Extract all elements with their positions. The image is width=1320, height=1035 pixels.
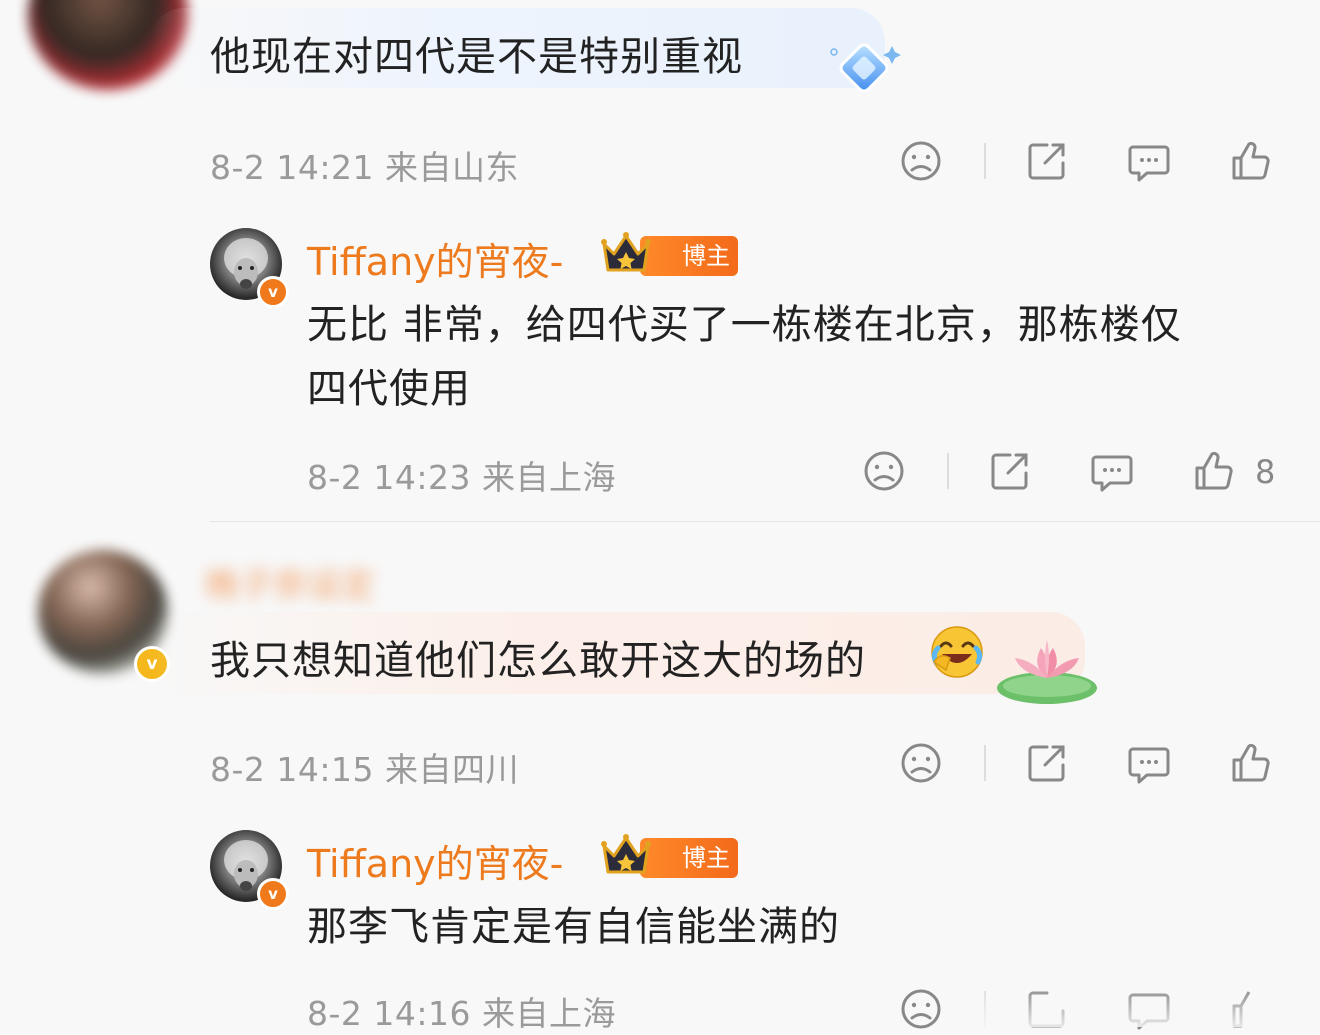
verified-icon: v [257,276,289,308]
share-icon[interactable] [1025,741,1069,785]
comment-icon[interactable] [1127,741,1171,785]
like-count: 8 [1255,453,1276,491]
verified-icon: v [257,878,289,910]
like-icon[interactable] [1192,449,1236,493]
comment-icon[interactable] [1090,449,1134,493]
like-icon[interactable] [1229,139,1273,183]
share-icon[interactable] [1025,139,1069,183]
crown-icon [601,834,651,874]
reply-nickname[interactable]: Tiffany的宵夜- [307,231,563,286]
comment-meta: 8-2 14:15 来自四川 [210,750,519,789]
crown-icon [601,232,651,272]
action-divider [984,745,986,781]
comment-text: 他现在对四代是不是特别重视 [210,34,743,80]
dislike-icon[interactable] [899,139,943,183]
lotus-sticker-icon [997,640,1097,704]
bottom-fade [980,985,1320,1027]
reply-text-line: 那李飞肯定是有自信能坐满的 [307,904,840,950]
blogger-badge: 博主 [640,236,738,276]
reply-meta: 8-2 14:16 来自上海 [307,994,616,1033]
dislike-icon[interactable] [899,987,943,1031]
action-divider [984,143,986,179]
dislike-icon[interactable] [899,741,943,785]
comment-text: 我只想知道他们怎么敢开这大的场的 [210,638,866,684]
reply-meta: 8-2 14:23 来自上海 [307,458,616,497]
reply-nickname[interactable]: Tiffany的宵夜- [307,833,563,888]
comment-meta: 8-2 14:21 来自山东 [210,148,519,187]
share-icon[interactable] [988,449,1032,493]
action-divider [947,453,949,489]
blogger-badge: 博主 [640,838,738,878]
dislike-icon[interactable] [862,449,906,493]
laughing-emoji-icon [931,626,983,678]
diamond-sticker-icon [830,43,901,93]
reply-text-line: 无比 非常，给四代买了一栋楼在北京，那栋楼仅 [307,302,1182,348]
commenter-nickname[interactable]: 晚子奈设定 [205,558,505,606]
comment-icon[interactable] [1127,139,1171,183]
reply-text-line: 四代使用 [307,366,471,412]
comment-divider [210,521,1320,522]
like-icon[interactable] [1229,741,1273,785]
